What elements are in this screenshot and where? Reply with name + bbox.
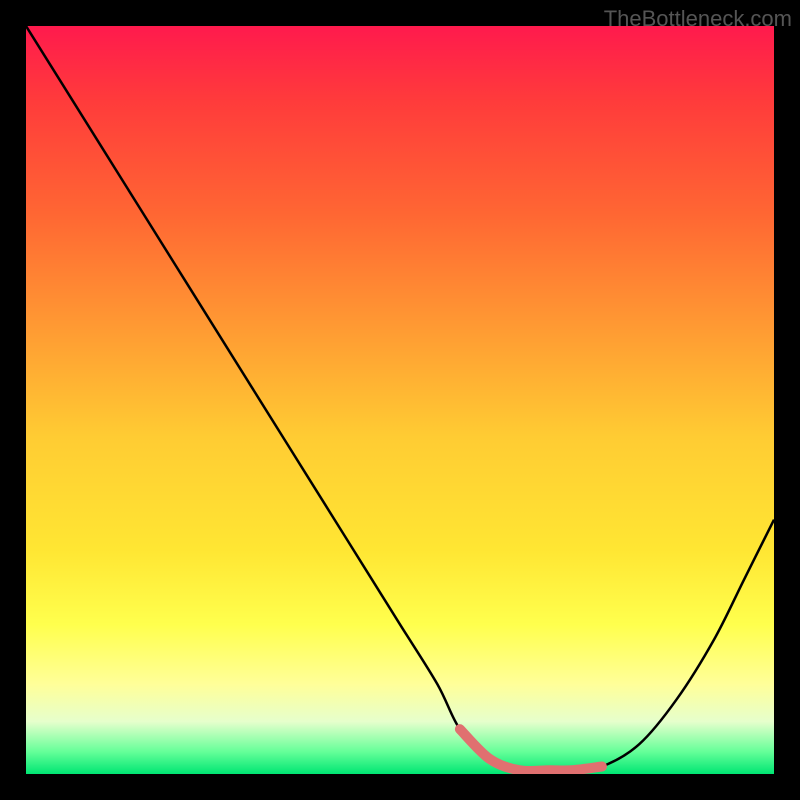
- bottleneck-curve: [26, 26, 774, 771]
- chart-container: TheBottleneck.com: [0, 0, 800, 800]
- watermark-text: TheBottleneck.com: [604, 6, 792, 32]
- chart-svg: [26, 26, 774, 774]
- highlight-segment: [460, 729, 602, 771]
